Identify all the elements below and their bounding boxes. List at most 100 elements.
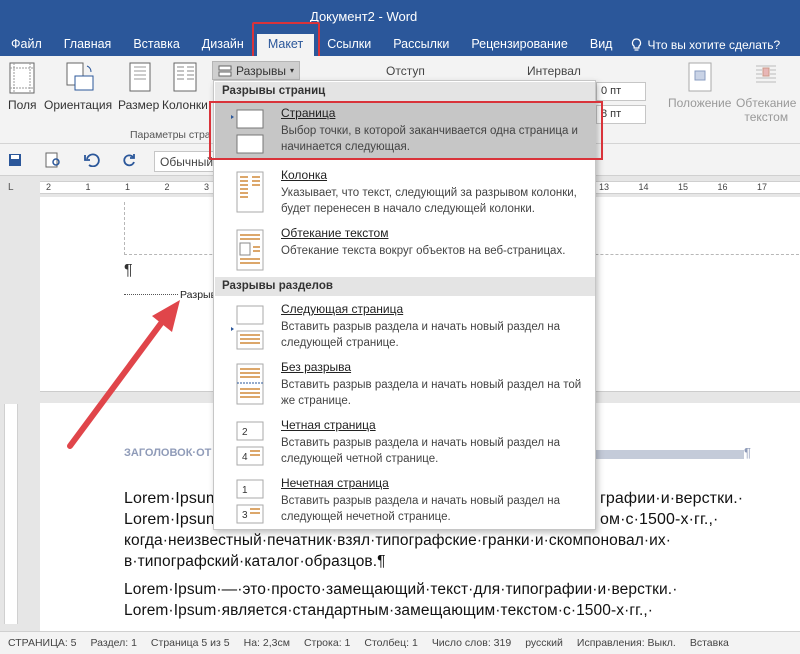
chevron-down-icon: ▾ <box>289 66 294 75</box>
status-pages[interactable]: Страница 5 из 5 <box>151 637 230 649</box>
tab-file[interactable]: Файл <box>0 34 53 56</box>
tab-home[interactable]: Главная <box>53 34 123 56</box>
menu-item-column-break[interactable]: Колонка Указывает, что текст, следующий … <box>215 165 595 221</box>
ruler-mark: 13 <box>599 182 610 192</box>
pilcrow-mark: ¶ <box>124 262 133 279</box>
tab-references[interactable]: Ссылки <box>316 34 382 56</box>
paragraph-2-line-1: Lorem·Ipsum·—·это·просто·замещающий·текс… <box>124 581 678 598</box>
wrap-text-button[interactable]: Обтекание текстом <box>736 62 796 124</box>
spacing-label: Интервал <box>527 64 581 78</box>
even-page-icon: 24 <box>236 421 264 466</box>
paragraph-1-line-4: в·типографский·каталог·образцов.¶ <box>124 553 386 570</box>
paragraph-2-line-2: Lorem·Ipsum·является·стандартным·замещаю… <box>124 602 654 619</box>
svg-text:2: 2 <box>242 427 248 438</box>
tell-me-label: Что вы хотите сделать? <box>647 38 781 52</box>
position-label: Положение <box>668 96 732 110</box>
print-preview-icon[interactable] <box>44 152 62 168</box>
status-column[interactable]: Столбец: 1 <box>364 637 417 649</box>
status-bar: СТРАНИЦА: 5 Раздел: 1 Страница 5 из 5 На… <box>0 631 800 654</box>
menu-item-title: Колонка <box>281 168 328 182</box>
status-insert-mode[interactable]: Вставка <box>690 637 729 649</box>
ruler-mark: 16 <box>717 182 728 192</box>
margins-button[interactable]: Поля <box>8 62 37 112</box>
ruler-mark: 1 <box>85 182 91 192</box>
spacing-after-input[interactable]: 8 пт <box>596 105 646 124</box>
menu-item-desc: Обтекание текста вокруг объектов на веб-… <box>281 245 566 257</box>
paragraph-1-line-1a: Lorem·Ipsum <box>124 490 220 507</box>
status-track-changes[interactable]: Исправления: Выкл. <box>577 637 676 649</box>
size-button[interactable]: Размер <box>118 62 159 112</box>
text-wrapping-icon <box>236 229 264 271</box>
tab-review[interactable]: Рецензирование <box>460 34 579 56</box>
indent-label: Отступ <box>386 64 425 78</box>
orientation-icon <box>66 62 94 91</box>
svg-text:1: 1 <box>242 485 248 496</box>
ruler-mark: 17 <box>757 182 768 192</box>
menu-item-text-wrapping[interactable]: Обтекание текстом Обтекание текста вокру… <box>215 223 595 279</box>
column-break-icon <box>236 171 264 213</box>
paragraph-1-line-2b: ом·с·1500-х·гг.,· <box>600 511 719 528</box>
undo-icon[interactable] <box>84 153 100 167</box>
tab-insert[interactable]: Вставка <box>122 34 190 56</box>
tab-view[interactable]: Вид <box>579 34 624 56</box>
menu-item-next-page[interactable]: Следующая страница Вставить разрыв разде… <box>215 299 595 355</box>
menu-item-desc: Вставить разрыв раздела и начать новый р… <box>281 495 561 523</box>
status-word-count[interactable]: Число слов: 319 <box>432 637 511 649</box>
breaks-icon <box>218 65 232 76</box>
menu-item-odd-page[interactable]: 1 3 Нечетная страница Вставить разрыв раз… <box>215 473 595 529</box>
columns-icon <box>173 62 197 92</box>
page-breaks-header: Разрывы страниц <box>215 82 595 101</box>
wrap-text-label: Обтекание текстом <box>736 96 797 124</box>
vertical-ruler[interactable] <box>4 404 18 624</box>
tab-highlight-box <box>252 22 320 58</box>
size-icon <box>129 62 151 92</box>
menu-item-title: Без разрыва <box>281 360 352 374</box>
menu-item-continuous[interactable]: Без разрыва Вставить разрыв раздела и на… <box>215 357 595 413</box>
columns-button[interactable]: Колонки <box>162 62 208 112</box>
annotation-arrow <box>67 300 180 449</box>
menu-item-title: Следующая страница <box>281 302 404 316</box>
status-line[interactable]: Строка: 1 <box>304 637 350 649</box>
tab-design[interactable]: Дизайн <box>191 34 255 56</box>
margins-label: Поля <box>8 98 37 112</box>
menu-item-desc: Вставить разрыв раздела и начать новый р… <box>281 379 582 407</box>
paragraph-1-line-3: когда·неизвестный·печатник·взял·типограф… <box>124 532 672 549</box>
paragraph-1-line-2a: Lorem·Ipsum <box>124 511 220 528</box>
section-breaks-header: Разрывы разделов <box>215 277 595 296</box>
tab-selector-icon[interactable]: L <box>8 182 14 193</box>
menu-item-title: Обтекание текстом <box>281 226 389 240</box>
save-icon[interactable] <box>8 153 22 167</box>
breaks-button[interactable]: Разрывы ▾ <box>212 61 300 80</box>
heading-pilcrow: ¶ <box>744 445 751 460</box>
status-language[interactable]: русский <box>525 637 563 649</box>
ruler-mark: 3 <box>204 182 210 192</box>
orientation-button[interactable]: Ориентация <box>44 62 112 112</box>
ruler-mark: 14 <box>638 182 649 192</box>
menu-item-title: Нечетная страница <box>281 476 389 490</box>
svg-text:3: 3 <box>242 510 248 521</box>
style-selector[interactable]: Обычный <box>154 151 216 172</box>
position-icon <box>688 62 712 92</box>
status-at[interactable]: На: 2,3см <box>244 637 290 649</box>
orientation-label: Ориентация <box>44 98 113 112</box>
redo-icon[interactable] <box>122 153 136 167</box>
page-break-highlight-box <box>209 101 603 160</box>
position-button[interactable]: Положение <box>668 62 731 110</box>
menu-item-even-page[interactable]: 24 Четная страница Вставить разрыв разде… <box>215 415 595 471</box>
ruler-mark: 2 <box>164 182 170 192</box>
ruler-mark: 15 <box>678 182 689 192</box>
breaks-label: Разрывы <box>236 63 286 78</box>
margins-icon <box>9 62 35 94</box>
tab-mailings[interactable]: Рассылки <box>382 34 460 56</box>
status-section[interactable]: Раздел: 1 <box>91 637 137 649</box>
size-label: Размер <box>118 98 160 112</box>
status-page[interactable]: СТРАНИЦА: 5 <box>8 637 77 649</box>
tell-me-box[interactable]: Что вы хотите сделать? <box>623 34 780 56</box>
window-title: Документ2 - Word <box>310 9 418 24</box>
page-setup-group-label: Параметры стра <box>130 129 211 141</box>
wrap-text-icon <box>756 65 777 83</box>
spacing-before-input[interactable]: 0 пт <box>596 82 646 101</box>
svg-text:4: 4 <box>242 452 248 463</box>
paragraph-1-line-1b: графии·и·верстки.· <box>600 490 744 507</box>
ruler-mark: 2 <box>46 182 52 192</box>
